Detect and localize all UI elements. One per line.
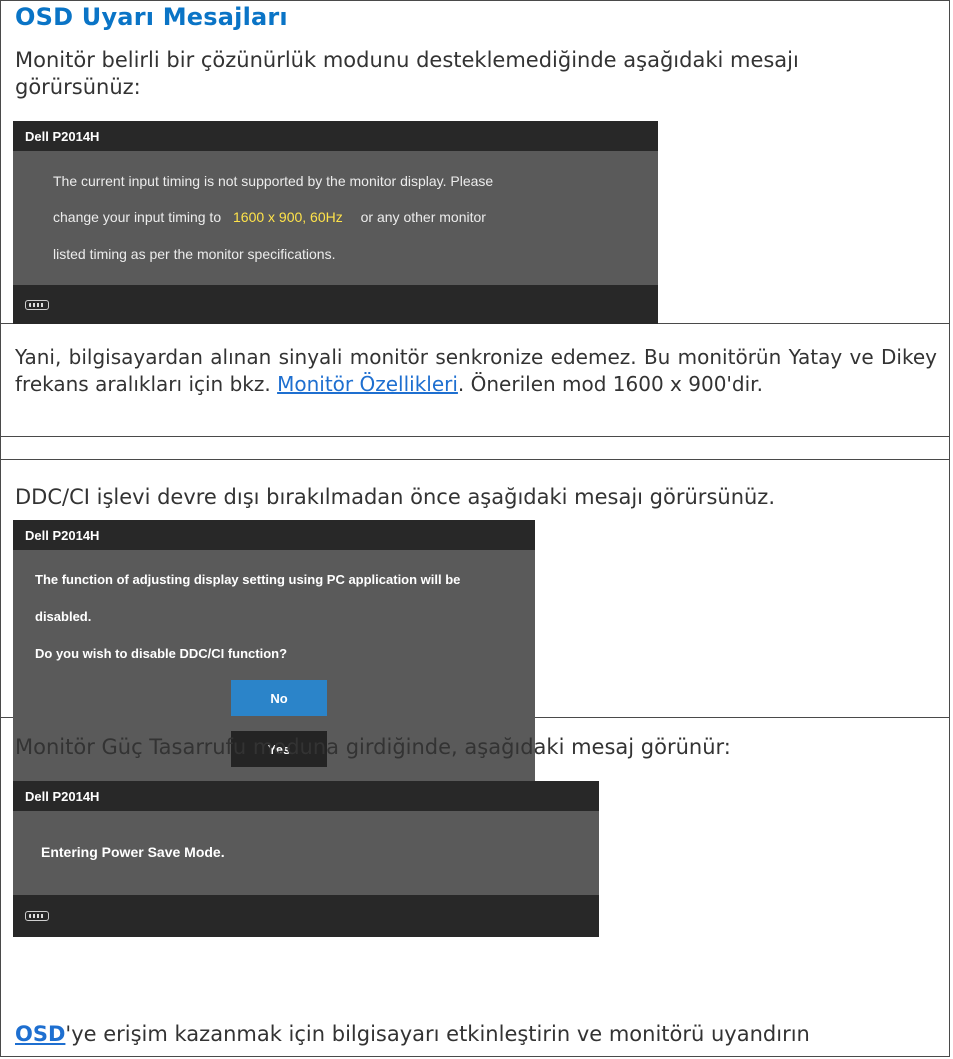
osd-line-2-pre: change your input timing to — [53, 209, 225, 225]
osd-footer — [13, 285, 658, 324]
osd-brand: Dell P2014H — [25, 129, 100, 144]
osd-link[interactable]: OSD — [15, 1022, 65, 1046]
osd-line-3: listed timing as per the monitor specifi… — [53, 246, 336, 262]
osd-recommended-timing: 1600 x 900, 60Hz — [233, 209, 343, 225]
osd-power-save-message: Entering Power Save Mode. — [41, 844, 225, 860]
osd-footer — [13, 895, 599, 937]
wake-paragraph: OSD'ye erişim kazanmak için bilgisayarı … — [15, 1021, 937, 1048]
osd-unsupported-timing-dialog: Dell P2014H The current input timing is … — [13, 121, 658, 324]
section-ddcci: DDC/CI işlevi devre dışı bırakılmadan ön… — [0, 460, 950, 816]
osd-header: Dell P2014H — [13, 781, 599, 811]
osd-header: Dell P2014H — [13, 121, 658, 151]
osd-line-3: Do you wish to disable DDC/CI function? — [35, 646, 288, 661]
osd-power-save-dialog: Dell P2014H Entering Power Save Mode. — [13, 781, 599, 937]
power-save-intro: Monitör Güç Tasarrufu moduna girdiğinde,… — [15, 735, 731, 759]
section-power-save: Monitör Güç Tasarrufu moduna girdiğinde,… — [0, 718, 950, 1036]
explanation-paragraph: Yani, bilgisayardan alınan sinyali monit… — [15, 344, 937, 398]
osd-line-2: disabled. — [35, 609, 92, 624]
osd-body: Entering Power Save Mode. — [13, 811, 599, 895]
ddcci-intro: DDC/CI işlevi devre dışı bırakılmadan ön… — [15, 485, 776, 509]
section-explanation: Yani, bilgisayardan alınan sinyali monit… — [0, 324, 950, 437]
spacer-row — [0, 437, 950, 460]
page-title: OSD Uyarı Mesajları — [15, 3, 288, 31]
unsupported-timing-intro: Monitör belirli bir çözünürlük modunu de… — [15, 48, 799, 99]
osd-body: The current input timing is not supporte… — [13, 151, 658, 285]
wake-text: 'ye erişim kazanmak için bilgisayarı etk… — [65, 1022, 810, 1046]
osd-brand: Dell P2014H — [25, 528, 100, 543]
osd-header: Dell P2014H — [13, 520, 535, 550]
osd-brand: Dell P2014H — [25, 789, 100, 804]
vga-connector-icon — [25, 911, 49, 921]
vga-connector-icon — [25, 300, 49, 310]
section-unsupported-timing: OSD Uyarı Mesajları Monitör belirli bir … — [0, 0, 950, 324]
osd-line-1: The current input timing is not supporte… — [53, 173, 494, 189]
osd-line-2-post: or any other monitor — [360, 209, 486, 225]
monitor-specs-link[interactable]: Monitör Özellikleri — [277, 372, 458, 396]
explanation-text-post: . Önerilen mod 1600 x 900'dir. — [457, 372, 763, 396]
osd-no-button[interactable]: No — [231, 680, 327, 716]
osd-line-1: The function of adjusting display settin… — [35, 572, 461, 587]
section-wake-row: OSD'ye erişim kazanmak için bilgisayarı … — [0, 1017, 950, 1057]
osd-line-2: change your input timing to 1600 x 900, … — [53, 209, 486, 225]
